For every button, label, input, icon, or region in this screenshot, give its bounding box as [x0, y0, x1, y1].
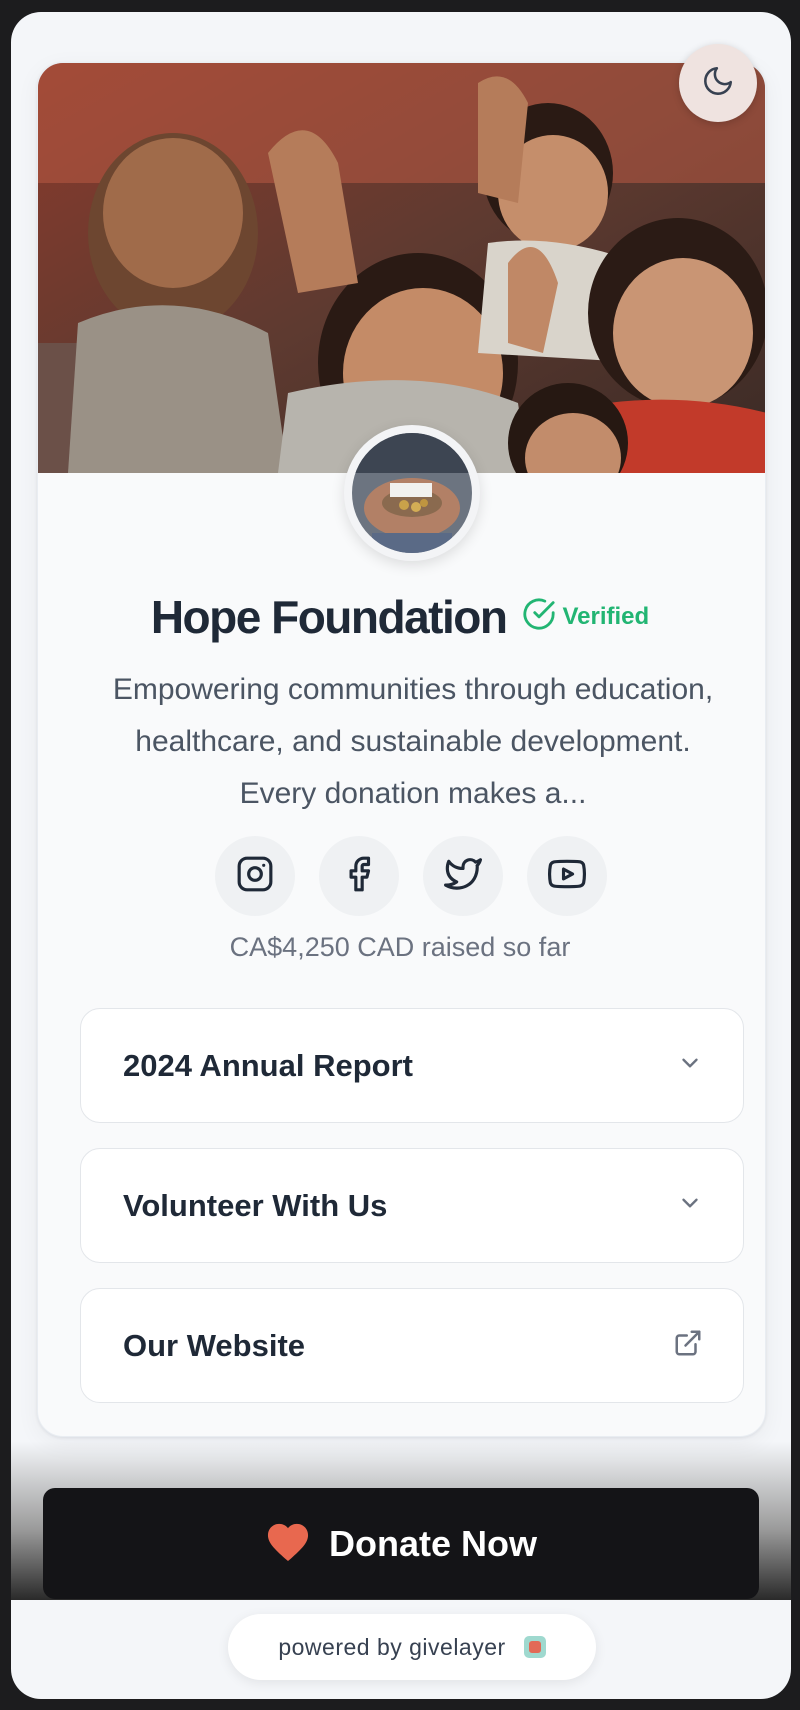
chevron-down-icon [677, 1050, 703, 1081]
organization-name: Hope Foundation [150, 591, 508, 643]
link-label: Volunteer With Us [123, 1187, 388, 1223]
app-frame: Hope Foundation Verified Empowering comm… [11, 12, 791, 1699]
instagram-link[interactable] [215, 836, 295, 916]
check-circle-icon [522, 597, 556, 638]
givelayer-logo [523, 1636, 546, 1658]
facebook-link[interactable] [319, 836, 399, 916]
instagram-icon [236, 855, 274, 898]
avatar [344, 425, 480, 561]
moon-icon [701, 64, 735, 103]
external-link-icon [673, 1328, 703, 1363]
chevron-down-icon [677, 1190, 703, 1221]
youtube-icon [547, 855, 587, 898]
verified-badge: Verified [522, 597, 649, 638]
donate-button[interactable]: Donate Now [43, 1488, 759, 1599]
link-website[interactable]: Our Website [80, 1288, 744, 1403]
twitter-link[interactable] [423, 836, 503, 916]
social-links [215, 836, 607, 916]
facebook-icon [340, 855, 378, 898]
youtube-link[interactable] [527, 836, 607, 916]
donate-label: Donate Now [328, 1522, 537, 1564]
cover-photo [38, 63, 765, 473]
link-label: Our Website [123, 1327, 306, 1363]
link-label: 2024 Annual Report [123, 1047, 413, 1083]
dark-mode-toggle-button[interactable] [679, 44, 757, 122]
twitter-icon [444, 855, 482, 898]
verified-label: Verified [562, 603, 650, 630]
powered-by-label: powered by givelayer [278, 1633, 506, 1660]
link-annual-report[interactable]: 2024 Annual Report [80, 1008, 744, 1123]
organization-description: Empowering communities through education… [112, 673, 714, 810]
link-volunteer[interactable]: Volunteer With Us [80, 1148, 744, 1263]
heart-icon [265, 1520, 311, 1567]
powered-by-badge[interactable]: powered by givelayer [228, 1614, 596, 1680]
raised-amount: CA$4,250 CAD raised so far [229, 932, 571, 962]
